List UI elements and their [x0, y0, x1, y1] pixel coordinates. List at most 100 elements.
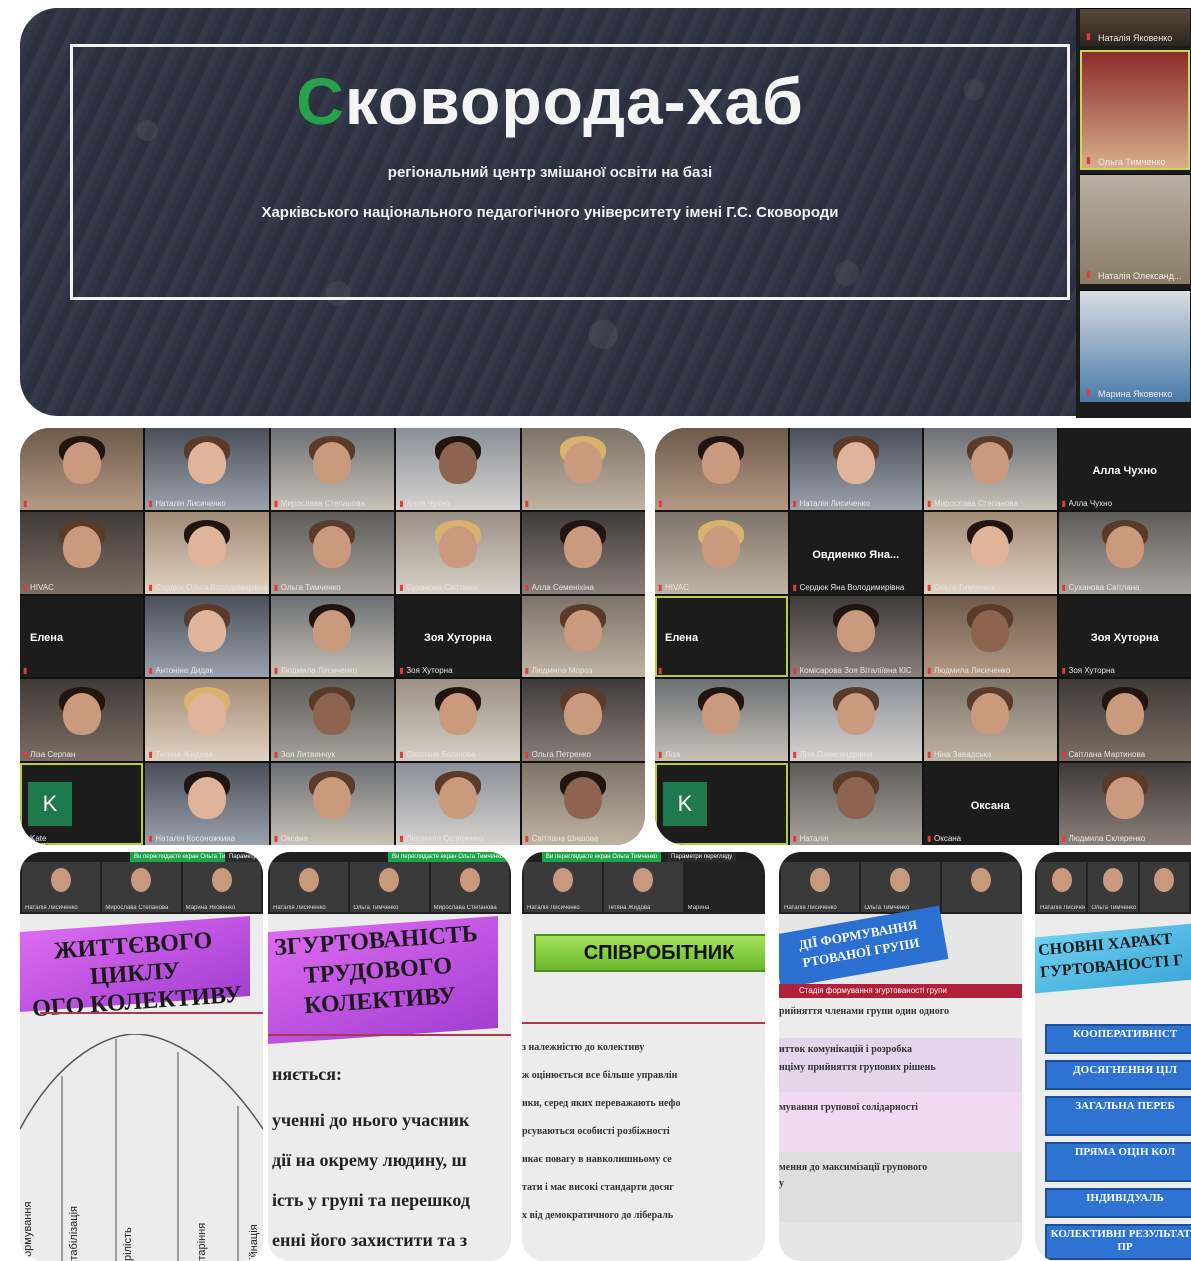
- participant-video-tile[interactable]: Алла Чухно ▮ Алла Чухно: [1058, 428, 1191, 510]
- mic-muted-icon: ▮: [273, 582, 279, 592]
- mic-muted-icon: ▮: [1061, 750, 1066, 760]
- participant-video-tile[interactable]: ▮ Ліза Серпан: [20, 679, 144, 762]
- participant-video-tile[interactable]: ▮ Людмила Лисиченко: [270, 595, 395, 678]
- participant-video-tile[interactable]: ▮ Антоніна Дидак: [145, 595, 269, 678]
- mic-muted-icon: ▮: [792, 582, 797, 592]
- participant-video-tile[interactable]: ▮ Ольга Тимченко: [270, 511, 395, 594]
- participant-video-tile[interactable]: ▮ Зоя Литвинчук: [270, 679, 395, 762]
- mic-muted-icon: ▮: [658, 498, 663, 508]
- mini-video[interactable]: Ольга Тимченко: [350, 862, 429, 912]
- participant-tile[interactable]: ▮ Наталія Олександ...: [1080, 174, 1190, 284]
- participant-video-tile[interactable]: ▮ HIVAC: [655, 511, 788, 594]
- mini-video[interactable]: Тетяна Жидова: [604, 862, 683, 912]
- participant-face: [188, 609, 227, 652]
- view-options-button[interactable]: Параметри: [225, 852, 263, 862]
- participant-name-caption: Ліза Серпан: [30, 750, 76, 760]
- mini-video[interactable]: Наталія Лисиченко: [270, 862, 349, 912]
- participant-tile[interactable]: ▮ Наталія Яковенко: [1080, 8, 1190, 46]
- participant-video-tile[interactable]: ▮ Ніна Завадська: [924, 679, 1057, 762]
- participant-video-tile[interactable]: ▮ Людмила Скляренко: [396, 763, 520, 845]
- participant-video-tile[interactable]: ▮ Ліза Олександрівна: [789, 679, 922, 762]
- slide-text-line: итток комунікацій і розробка: [779, 1044, 912, 1055]
- participant-name: Наталія Яковенко: [1098, 33, 1173, 43]
- participant-video-tile[interactable]: ▮ Ольга Тимченко: [924, 511, 1057, 594]
- mic-muted-icon: ▮: [273, 750, 279, 760]
- participant-video-tile[interactable]: ▮ HIVAC: [20, 511, 144, 594]
- mini-caption: Ольга Тимченко: [353, 905, 399, 911]
- mini-video[interactable]: Марина: [684, 862, 763, 912]
- participant-video-tile[interactable]: Елена ▮: [655, 595, 788, 678]
- mic-muted-icon: ▮: [273, 834, 279, 843]
- view-options-button[interactable]: Параметри перегляду: [667, 852, 737, 862]
- mini-video[interactable]: Наталія Лисиченко: [22, 862, 101, 912]
- participant-video-tile[interactable]: ▮ Людмила Скляренко: [1058, 763, 1191, 845]
- participant-face: [971, 442, 1010, 484]
- participant-video-tile[interactable]: Зоя Хуторна ▮ Зоя Хуторна: [1058, 595, 1191, 678]
- participant-video-tile[interactable]: ▮ Суханова Світлана: [396, 511, 520, 594]
- participant-video-tile[interactable]: ▮ Світлана Мартинова: [1058, 679, 1191, 762]
- mini-video[interactable]: Ольга Тимченко: [861, 862, 940, 912]
- participant-video-tile[interactable]: ▮ Алла Чухно: [396, 428, 520, 510]
- participant-name-caption: Алла Чухно: [406, 498, 450, 508]
- participant-video-tile[interactable]: ▮ Ліза: [655, 679, 788, 762]
- characteristic-box: ІНДИВІДУАЛЬ: [1045, 1188, 1191, 1218]
- mini-video[interactable]: Наталія Лисиченко: [524, 862, 603, 912]
- participant-tile-active-speaker[interactable]: ▮ Ольга Тимченко: [1080, 50, 1190, 170]
- participant-video-tile[interactable]: K ▮ Kate: [20, 763, 144, 845]
- mini-video[interactable]: [1139, 862, 1189, 912]
- participant-video-tile[interactable]: ▮ Світлана Богачова: [396, 679, 520, 762]
- mini-video[interactable]: Ольга Тимченко: [1088, 862, 1138, 912]
- participant-video-tile[interactable]: ▮ Людмила Мороз: [521, 595, 645, 678]
- participant-video-tile[interactable]: ▮ Алла Семеніхіна: [521, 511, 645, 594]
- participant-video-tile[interactable]: ▮ Тетяна Жидова: [145, 679, 269, 762]
- mini-caption: Мирослава Степанова: [433, 905, 497, 911]
- life-cycle-stages: формування стабілізація зрілість старінн…: [20, 1064, 263, 1261]
- mini-video[interactable]: Марина Яковенко: [182, 862, 261, 912]
- mini-video[interactable]: [941, 862, 1020, 912]
- participant-video-tile[interactable]: ▮ Наталія Лисиченко: [145, 428, 269, 510]
- mic-muted-icon: ▮: [1086, 155, 1091, 165]
- participant-video-tile[interactable]: ▮ Світлана Шишова: [521, 763, 645, 845]
- participant-video-tile[interactable]: Елена ▮: [20, 595, 144, 678]
- slide-title: ЗГУРТОВАНІСТЬ ТРУДОВОГО КОЛЕКТИВУ: [268, 918, 501, 1025]
- participant-video-tile[interactable]: Зоя Хуторна ▮ Зоя Хуторна: [396, 595, 520, 678]
- participant-name-caption: Наталія Лисиченко: [799, 498, 870, 508]
- participant-video-tile[interactable]: ▮ Сердюк Ольга Володимирівна: [145, 511, 269, 594]
- slide-text-line: дії на окрему людину, ш: [272, 1150, 467, 1170]
- participant-name-caption: Суханова Світлана: [1068, 582, 1140, 592]
- participant-video-tile[interactable]: ▮: [20, 428, 144, 510]
- participant-video-tile[interactable]: K ▮: [655, 763, 788, 845]
- mic-muted-icon: ▮: [23, 750, 28, 760]
- mini-video[interactable]: Мирослава Степанова: [430, 862, 509, 912]
- participant-video-tile[interactable]: ▮: [521, 428, 645, 510]
- characteristic-box: ДОСЯГНЕННЯ ЦІЛ: [1045, 1060, 1191, 1090]
- participant-video-tile[interactable]: Овдиенко Яна... ▮ Сердюк Яна Володимирівна: [789, 511, 922, 594]
- slide-life-cycle: Наталія Лисиченко Мирослава Степанова Ма…: [20, 852, 263, 1261]
- participant-video-tile[interactable]: ▮ Людмила Лисиченко: [924, 595, 1057, 678]
- mini-video[interactable]: Наталія Лисиченко: [781, 862, 860, 912]
- participant-video-tile[interactable]: ▮ Наталія Лисиченко: [789, 428, 922, 510]
- participant-video-tile[interactable]: ▮ Суханова Світлана: [1058, 511, 1191, 594]
- participant-name-caption: Антоніна Дидак: [155, 666, 213, 676]
- mini-caption: Ольга Тимченко: [1091, 905, 1137, 911]
- participant-name-caption: Оксана: [934, 834, 962, 843]
- participant-video-tile[interactable]: ▮ Мирослава Степанова: [924, 428, 1057, 510]
- participant-video-tile[interactable]: ▮ Оксана: [270, 763, 395, 845]
- participant-video-tile[interactable]: Оксана ▮ Оксана: [924, 763, 1057, 845]
- participant-video-tile[interactable]: ▮ Комісарова Зоя Віталіївна КІС: [789, 595, 922, 678]
- divider: [522, 1022, 765, 1024]
- participant-face: [1105, 693, 1144, 736]
- participant-tile[interactable]: ▮ Марина Яковенко: [1080, 290, 1190, 402]
- participant-video-tile[interactable]: ▮: [655, 428, 788, 510]
- participant-name-caption: Мирослава Степанова: [280, 498, 365, 508]
- participant-video-tile[interactable]: ▮ Наталія: [789, 763, 922, 845]
- slide-title-box: СПІВРОБІТНИК: [534, 934, 765, 972]
- mini-video[interactable]: Мирослава Степанова: [102, 862, 181, 912]
- mini-video[interactable]: Наталія Лисиченко: [1037, 862, 1087, 912]
- mic-muted-icon: ▮: [792, 498, 797, 508]
- participant-video-tile[interactable]: ▮ Ольга Петренко: [521, 679, 645, 762]
- mic-muted-icon: ▮: [658, 750, 663, 760]
- participant-video-tile[interactable]: ▮ Мирослава Степанова: [270, 428, 395, 510]
- participant-name-caption: Kate: [30, 834, 47, 843]
- participant-video-tile[interactable]: ▮ Наталія Косоножкина: [145, 763, 269, 845]
